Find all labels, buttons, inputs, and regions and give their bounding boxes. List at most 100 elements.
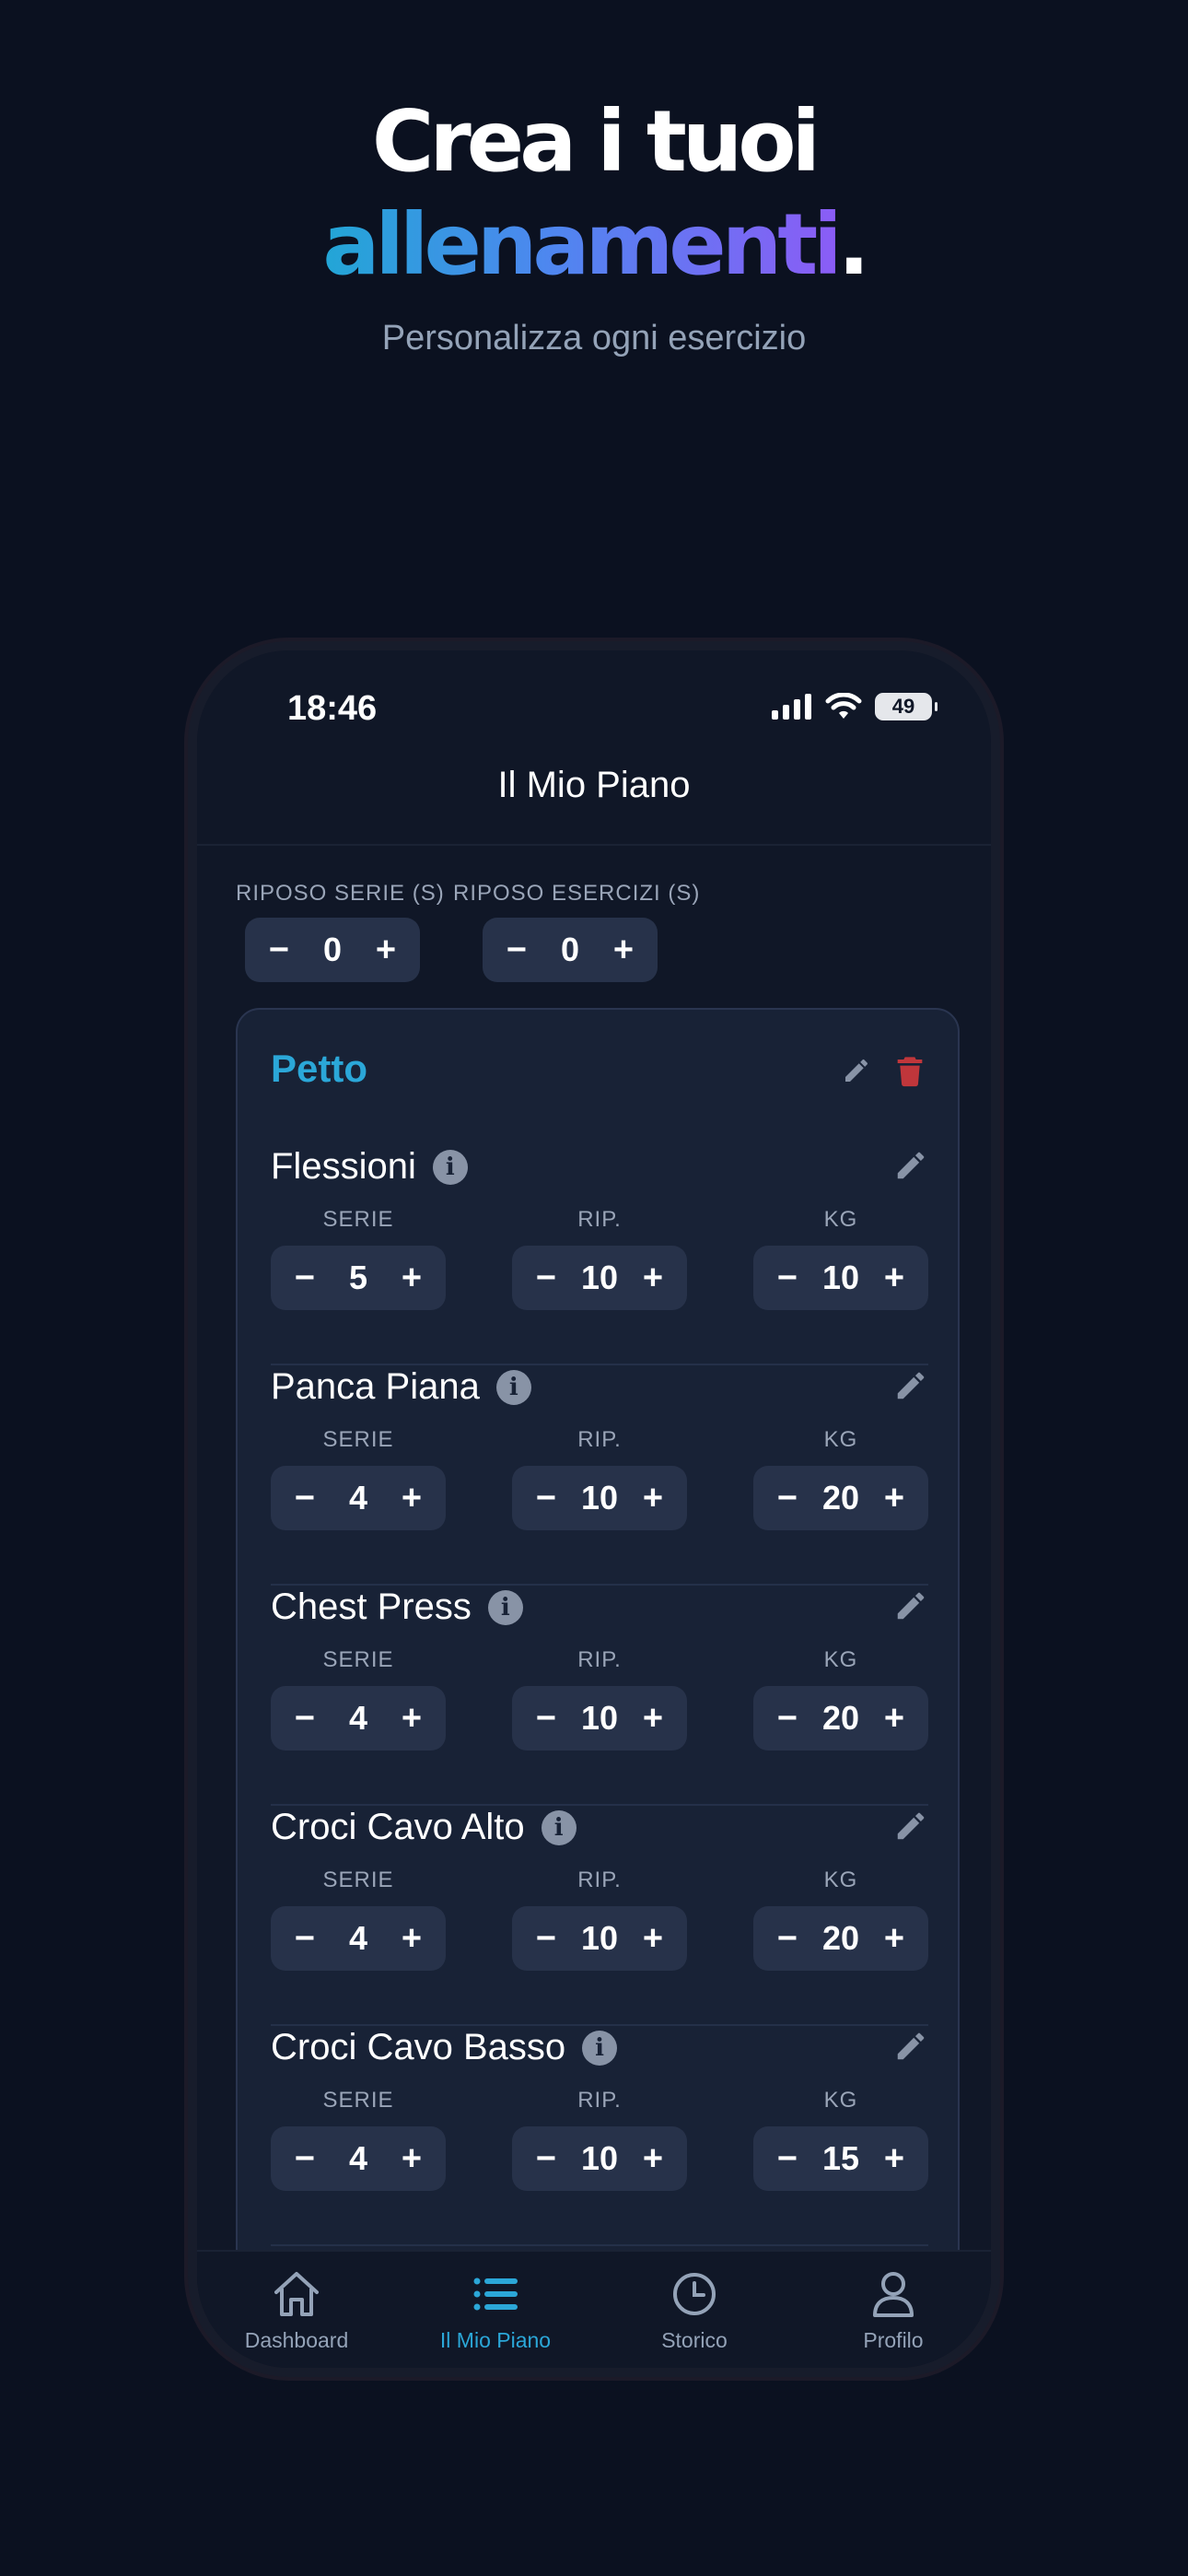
decrement-button[interactable]: − [291, 2139, 319, 2179]
kg-value: 20 [821, 1479, 860, 1516]
reps-stepper: − 10 + [512, 2126, 687, 2191]
decrement-button[interactable]: − [291, 1479, 319, 1518]
reps-stepper: − 10 + [512, 1686, 687, 1751]
decrement-button[interactable]: − [774, 1919, 801, 1959]
decrement-button[interactable]: − [291, 1259, 319, 1298]
info-icon[interactable]: i [541, 1809, 577, 1845]
decrement-button[interactable]: − [532, 1919, 560, 1959]
edit-exercise-icon[interactable] [893, 1148, 928, 1183]
reps-label: RIP. [577, 1427, 622, 1452]
hero-subtitle: Personalizza ogni esercizio [381, 319, 807, 357]
decrement-button[interactable]: − [774, 1259, 801, 1298]
sets-stepper: − 4 + [271, 1686, 446, 1751]
increment-button[interactable]: + [880, 1479, 908, 1518]
exercise-divider [271, 1804, 928, 1806]
reps-value: 10 [580, 1259, 619, 1296]
status-icons: 49 [772, 693, 938, 720]
info-icon[interactable]: i [487, 1589, 523, 1625]
increment-button[interactable]: + [880, 2139, 908, 2179]
reps-value: 10 [580, 2139, 619, 2177]
sets-stepper: − 5 + [271, 1246, 446, 1310]
tab-storico[interactable]: Storico [602, 2270, 786, 2353]
sets-stepper: − 4 + [271, 1466, 446, 1530]
increment-button[interactable]: + [880, 1699, 908, 1739]
decrement-button[interactable]: − [291, 1699, 319, 1739]
decrement-button[interactable]: − [532, 1699, 560, 1739]
info-icon[interactable]: i [495, 1369, 531, 1405]
kg-stepper: − 10 + [753, 1246, 928, 1310]
increment-button[interactable]: + [398, 1259, 425, 1298]
sets-value: 5 [348, 1259, 368, 1296]
increment-button[interactable]: + [398, 1479, 425, 1518]
increment-button[interactable]: + [880, 1259, 908, 1298]
exercise-row: Croci Cavo Alto i SERIE − 4 + RIP. − 10 … [271, 1807, 928, 2028]
tab-il-mio-piano[interactable]: Il Mio Piano [403, 2270, 588, 2353]
increment-button[interactable]: + [639, 1699, 667, 1739]
reps-column: RIP. − 10 + [512, 2088, 687, 2191]
decrement-button[interactable]: − [774, 1479, 801, 1518]
info-icon[interactable]: i [582, 2030, 618, 2066]
exercise-name-text: Croci Cavo Basso [271, 2027, 566, 2067]
tab-dashboard[interactable]: Dashboard [204, 2270, 389, 2353]
kg-column: KG − 10 + [753, 1207, 928, 1310]
decrement-button[interactable]: − [774, 1699, 801, 1739]
reps-label: RIP. [577, 1207, 622, 1232]
reps-stepper: − 10 + [512, 1906, 687, 1971]
increment-button[interactable]: + [639, 1479, 667, 1518]
sets-column: SERIE − 4 + [271, 1868, 446, 1971]
sets-label: SERIE [322, 1868, 394, 1892]
decrement-button[interactable]: − [265, 931, 293, 970]
muscle-group-card: Petto Flessioni i SERIE − 5 + RIP. − 10 … [236, 1008, 960, 2298]
edit-group-icon[interactable] [842, 1056, 871, 1085]
reps-stepper: − 10 + [512, 1466, 687, 1530]
sets-label: SERIE [322, 1647, 394, 1672]
exercise-row: Panca Piana i SERIE − 4 + RIP. − 10 + KG… [271, 1366, 928, 1587]
increment-button[interactable]: + [610, 931, 637, 970]
wifi-icon [825, 693, 862, 719]
exercise-name-text: Panca Piana [271, 1366, 480, 1407]
tab-label: Dashboard [244, 2328, 349, 2352]
kg-column: KG − 20 + [753, 1868, 928, 1971]
kg-stepper: − 20 + [753, 1686, 928, 1751]
sets-value: 4 [348, 1479, 368, 1516]
reps-value: 10 [580, 1919, 619, 1957]
kg-stepper: − 15 + [753, 2126, 928, 2191]
decrement-button[interactable]: − [774, 2139, 801, 2179]
increment-button[interactable]: + [639, 1919, 667, 1959]
decrement-button[interactable]: − [532, 2139, 560, 2179]
exercise-row: Croci Cavo Basso i SERIE − 4 + RIP. − 10… [271, 2027, 928, 2248]
increment-button[interactable]: + [880, 1919, 908, 1959]
exercise-name: Croci Cavo Basso i [271, 2027, 618, 2068]
exercise-row: Flessioni i SERIE − 5 + RIP. − 10 + KG −… [271, 1146, 928, 1367]
phone-frame: 18:46 49 Il Mio Piano RIPOSO SERIE (S) −… [188, 641, 1000, 2377]
info-icon[interactable]: i [432, 1149, 468, 1185]
reps-column: RIP. − 10 + [512, 1868, 687, 1971]
kg-label: KG [823, 1207, 858, 1232]
increment-button[interactable]: + [372, 931, 400, 970]
delete-group-icon[interactable] [895, 1054, 925, 1087]
increment-button[interactable]: + [398, 2139, 425, 2179]
edit-exercise-icon[interactable] [893, 1368, 928, 1403]
increment-button[interactable]: + [398, 1919, 425, 1959]
decrement-button[interactable]: − [503, 931, 530, 970]
sets-value: 4 [348, 2139, 368, 2177]
hero-dot: . [837, 195, 870, 294]
kg-value: 20 [821, 1699, 860, 1737]
exercise-values: SERIE − 5 + RIP. − 10 + KG − 10 + [271, 1207, 928, 1310]
edit-exercise-icon[interactable] [893, 1809, 928, 1844]
increment-button[interactable]: + [639, 1259, 667, 1298]
decrement-button[interactable]: − [291, 1919, 319, 1959]
sets-column: SERIE − 4 + [271, 1647, 446, 1751]
edit-exercise-icon[interactable] [893, 1588, 928, 1623]
kg-column: KG − 20 + [753, 1427, 928, 1530]
signal-icon [772, 694, 811, 720]
decrement-button[interactable]: − [532, 1259, 560, 1298]
increment-button[interactable]: + [398, 1699, 425, 1739]
kg-label: KG [823, 2088, 858, 2113]
exercise-name-text: Chest Press [271, 1587, 472, 1627]
decrement-button[interactable]: − [532, 1479, 560, 1518]
tab-profilo[interactable]: Profilo [801, 2270, 985, 2353]
hero-gradient-word: allenamenti [322, 195, 842, 294]
edit-exercise-icon[interactable] [893, 2029, 928, 2064]
increment-button[interactable]: + [639, 2139, 667, 2179]
